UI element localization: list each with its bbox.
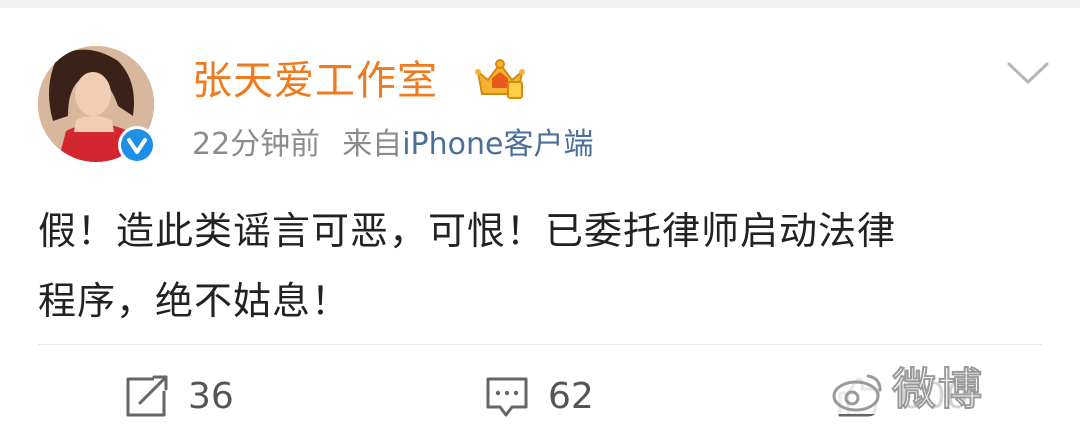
- source-client-link[interactable]: iPhone客户端: [402, 127, 593, 162]
- post-content-line-1: 假！造此类谣言可恶，可恨！已委托律师启动法律: [38, 209, 897, 253]
- post-content-line-2: 程序，绝不姑息！: [38, 279, 351, 323]
- chevron-down-icon[interactable]: [1006, 60, 1050, 88]
- repost-count: 36: [188, 376, 234, 417]
- post-content: 假！造此类谣言可恶，可恨！已委托律师启动法律 程序，绝不姑息！: [38, 196, 1048, 336]
- post-meta: 22分钟前 来自iPhone客户端: [192, 124, 593, 166]
- crown-badge-icon[interactable]: [472, 58, 528, 102]
- username-link[interactable]: 张天爱工作室: [192, 56, 438, 106]
- comment-icon: [486, 377, 528, 417]
- verified-v-icon: [118, 126, 156, 164]
- top-separator-bar: [0, 0, 1080, 8]
- comment-count: 62: [548, 376, 594, 417]
- repost-button[interactable]: 36: [124, 372, 234, 422]
- comment-button[interactable]: 62: [484, 372, 594, 422]
- post-timestamp: 22分钟前: [192, 127, 321, 162]
- watermark-text: 微博: [891, 363, 984, 416]
- action-divider: [38, 344, 1042, 345]
- source-label: 来自: [342, 127, 403, 162]
- repost-icon: [126, 375, 168, 417]
